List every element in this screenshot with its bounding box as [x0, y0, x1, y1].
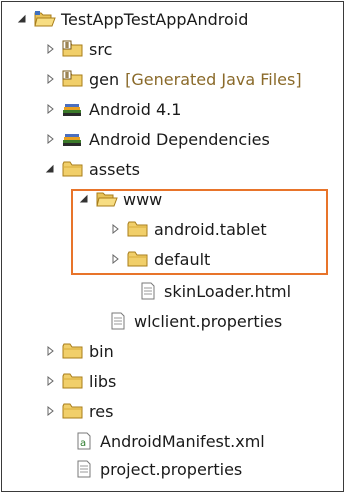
highlight-box: [71, 189, 328, 275]
tree-item-androidmanifest-xml[interactable]: a AndroidManifest.xml: [50, 426, 265, 456]
project-tree: TestAppTestAppAndroid src gen [Generated…: [2, 2, 343, 491]
library-icon: [62, 100, 84, 118]
tree-item-project-properties[interactable]: project.properties: [50, 454, 242, 484]
collapsed-triangle-icon[interactable]: [44, 124, 56, 154]
tree-item-label: project.properties: [100, 459, 243, 479]
tree-item-project[interactable]: TestAppTestAppAndroid: [16, 4, 248, 34]
folder-icon: [62, 372, 84, 390]
project-folder-icon: [34, 10, 56, 28]
folder-icon: [62, 402, 84, 420]
expanded-triangle-icon[interactable]: [44, 154, 56, 184]
tree-item-libs[interactable]: libs: [44, 366, 116, 396]
folder-icon: [62, 160, 84, 178]
tree-item-label: gen: [89, 69, 120, 89]
package-explorer: TestAppTestAppAndroid src gen [Generated…: [1, 1, 344, 492]
tree-item-assets[interactable]: assets: [44, 154, 140, 184]
tree-item-label: skinLoader.html: [164, 281, 292, 301]
file-icon: [107, 312, 129, 330]
svg-text:a: a: [80, 438, 86, 449]
tree-item-skinloader-html[interactable]: skinLoader.html: [114, 276, 291, 306]
tree-item-gen[interactable]: gen [Generated Java Files]: [44, 64, 302, 94]
collapsed-triangle-icon[interactable]: [44, 336, 56, 366]
library-icon: [62, 130, 84, 148]
tree-item-android-dependencies[interactable]: Android Dependencies: [44, 124, 270, 154]
source-folder-icon: [62, 40, 84, 58]
tree-item-label: res: [89, 401, 114, 421]
tree-item-label: AndroidManifest.xml: [100, 431, 265, 451]
file-icon: [137, 282, 159, 300]
file-icon: [73, 460, 95, 478]
collapsed-triangle-icon[interactable]: [44, 366, 56, 396]
source-folder-icon: [62, 70, 84, 88]
tree-item-label: Android 4.1: [89, 99, 182, 119]
tree-item-res[interactable]: res: [44, 396, 113, 426]
tree-item-label: bin: [89, 341, 114, 361]
tree-item-label: TestAppTestAppAndroid: [61, 9, 249, 29]
tree-item-android-4-1[interactable]: Android 4.1: [44, 94, 181, 124]
tree-item-decoration: [Generated Java Files]: [125, 69, 302, 89]
collapsed-triangle-icon[interactable]: [44, 34, 56, 64]
tree-item-label: src: [89, 39, 113, 59]
tree-item-wlclient-properties[interactable]: wlclient.properties: [84, 306, 282, 336]
xml-file-icon: a: [73, 432, 95, 450]
expanded-triangle-icon[interactable]: [16, 4, 28, 34]
collapsed-triangle-icon[interactable]: [44, 396, 56, 426]
collapsed-triangle-icon[interactable]: [44, 94, 56, 124]
tree-item-bin[interactable]: bin: [44, 336, 114, 366]
tree-item-label: assets: [89, 159, 140, 179]
tree-item-src[interactable]: src: [44, 34, 112, 64]
tree-item-label: Android Dependencies: [89, 129, 270, 149]
collapsed-triangle-icon[interactable]: [44, 64, 56, 94]
folder-icon: [62, 342, 84, 360]
tree-item-label: libs: [89, 371, 117, 391]
tree-item-label: wlclient.properties: [134, 311, 283, 331]
